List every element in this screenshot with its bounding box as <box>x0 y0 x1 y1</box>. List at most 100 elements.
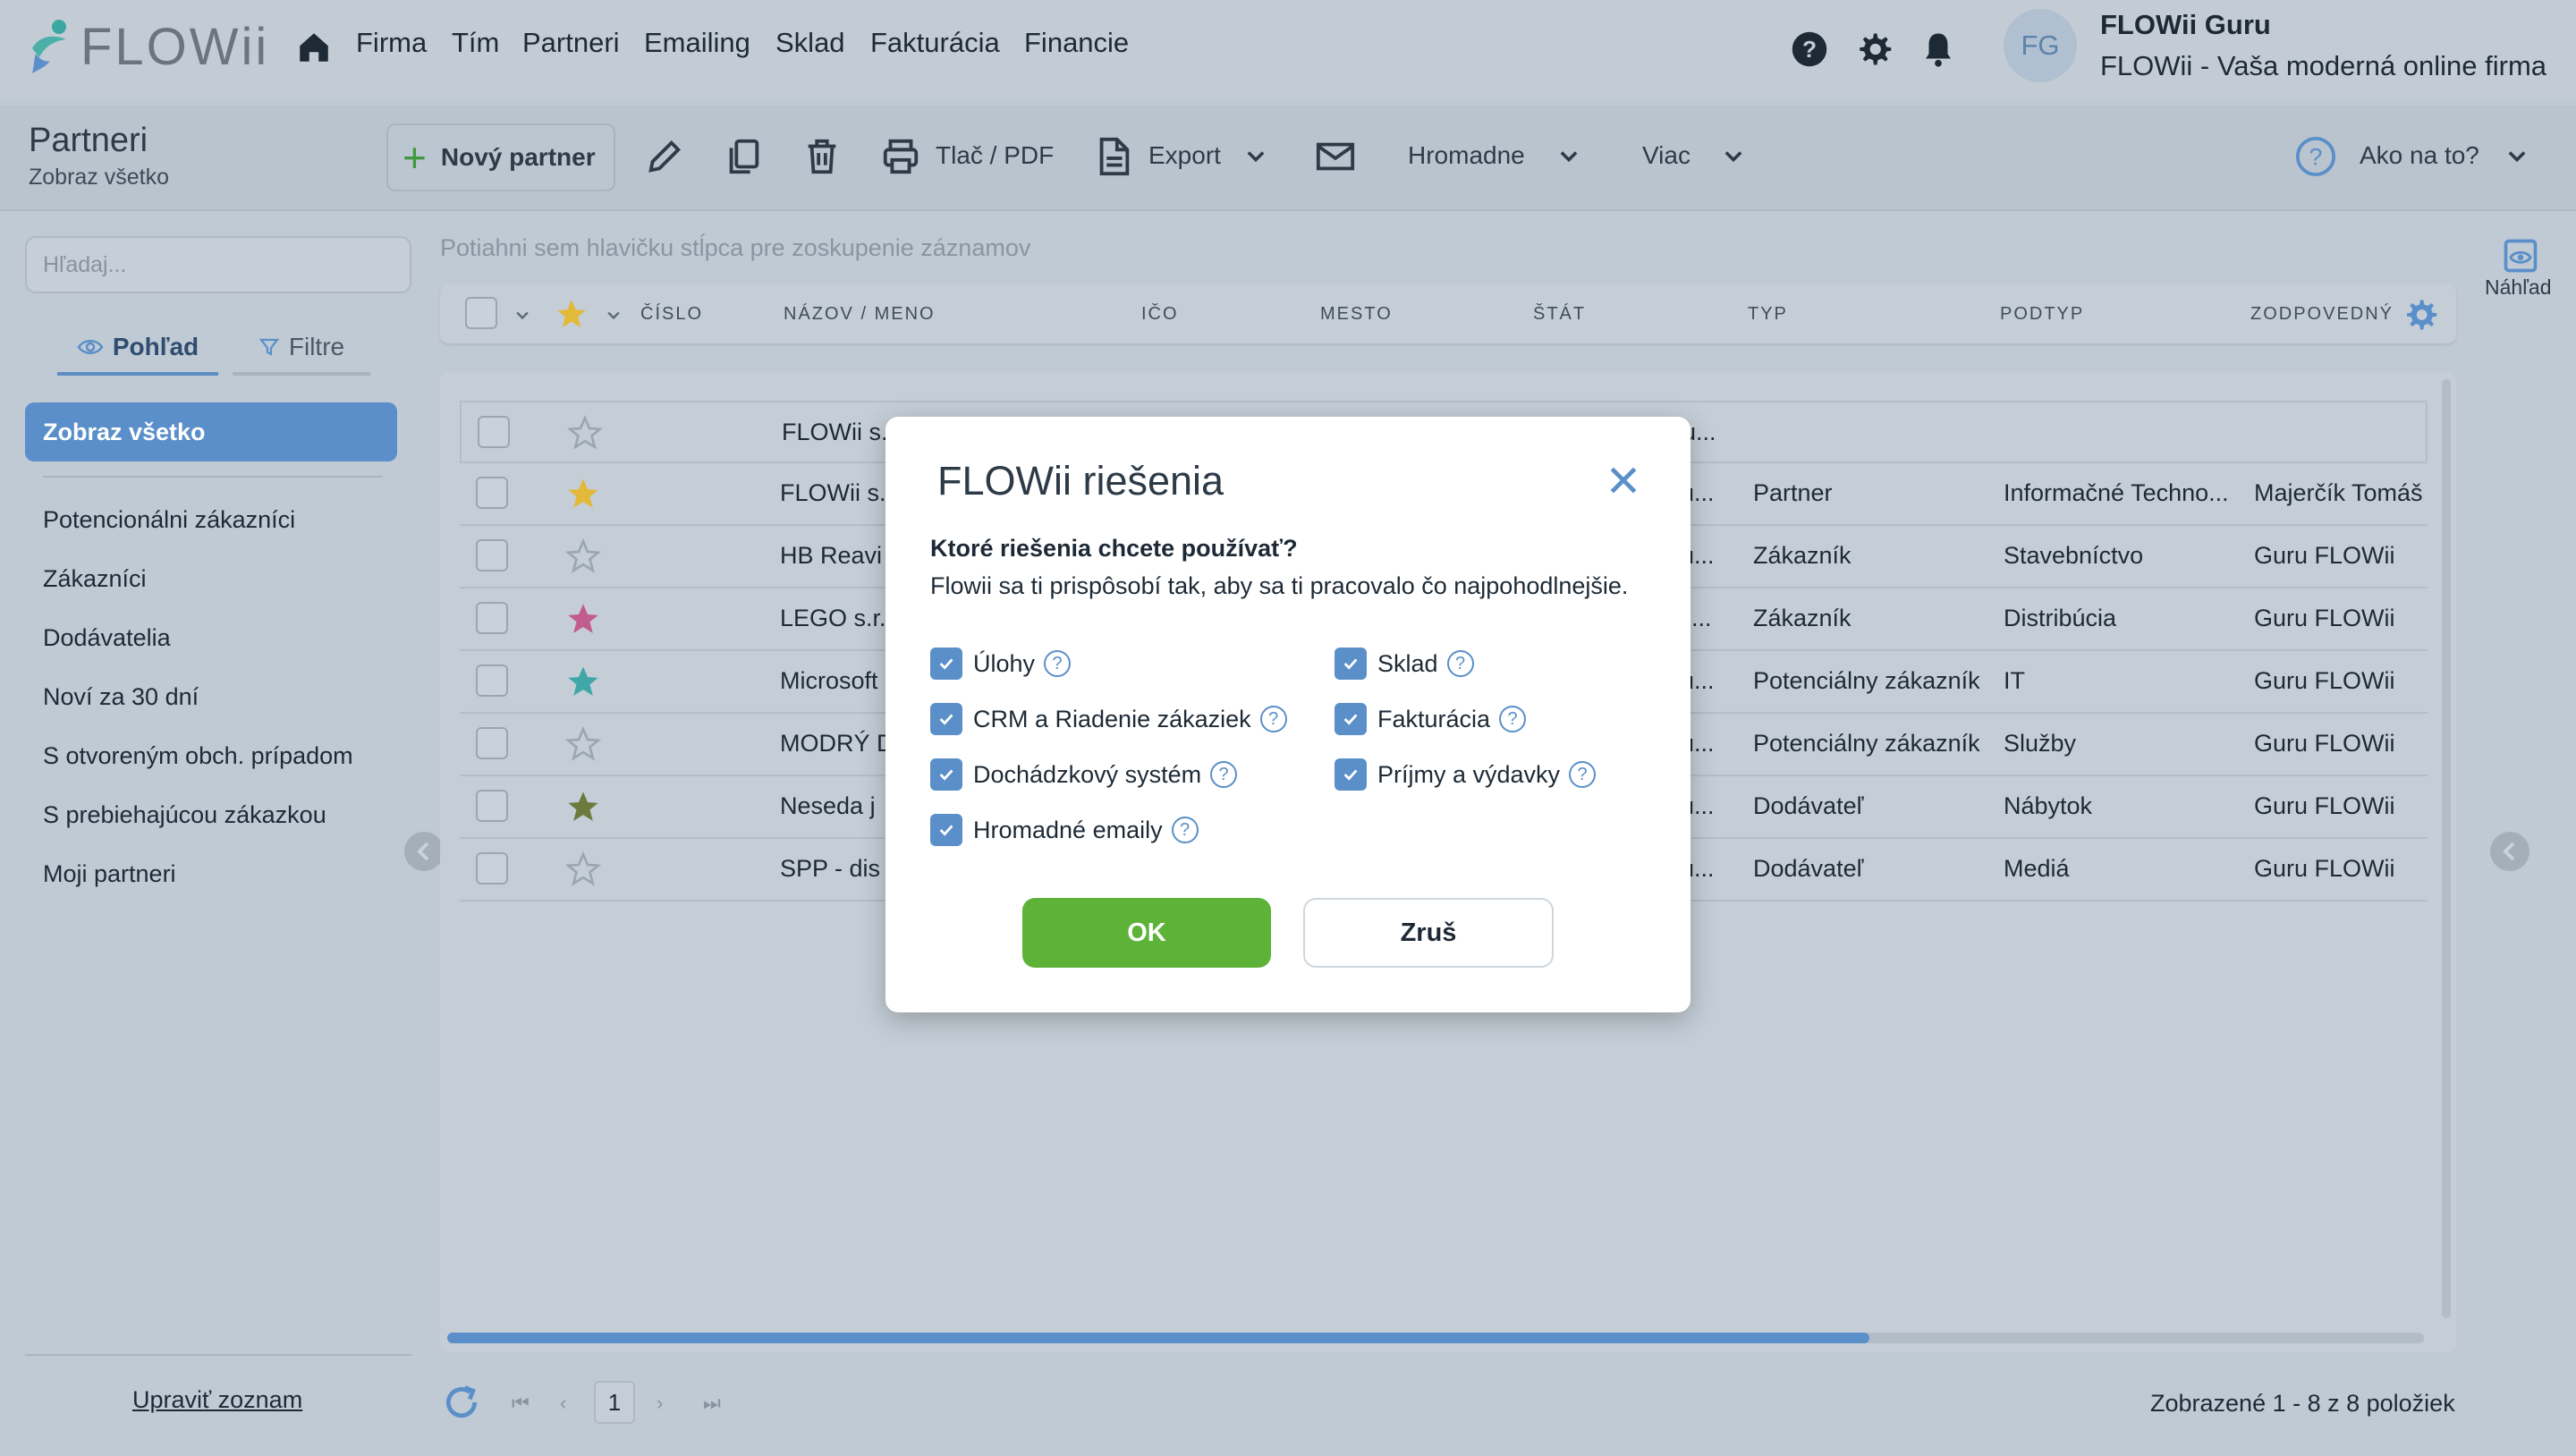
prev-page-icon[interactable]: ‹ <box>560 1392 566 1415</box>
checkbox-checked[interactable] <box>930 648 962 680</box>
tab-filters[interactable]: Filtre <box>233 322 370 376</box>
edit-list-link[interactable]: Upraviť zoznam <box>132 1386 302 1414</box>
help-icon[interactable]: ? <box>1171 817 1199 843</box>
trash-icon[interactable] <box>801 136 843 177</box>
chevron-down-icon[interactable] <box>605 306 623 324</box>
sidebar-item-customers[interactable]: Zákazníci <box>43 565 147 593</box>
tab-view[interactable]: Pohľad <box>57 322 218 376</box>
copy-icon[interactable] <box>723 136 764 177</box>
star-outline-icon[interactable] <box>565 538 601 574</box>
option-bulk-emails[interactable]: Hromadné emaily ? <box>930 812 1199 848</box>
help-circle-icon[interactable]: ? <box>1791 30 1828 68</box>
row-checkbox[interactable] <box>476 665 508 697</box>
checkbox-checked[interactable] <box>1335 648 1367 680</box>
col-number[interactable]: ČÍSLO <box>640 304 703 325</box>
bell-icon[interactable] <box>1919 30 1957 68</box>
chevron-down-icon[interactable] <box>2504 143 2529 168</box>
document-icon[interactable] <box>1093 136 1134 177</box>
help-icon[interactable]: ? <box>1044 650 1072 677</box>
nav-emailing[interactable]: Emailing <box>644 27 750 59</box>
row-checkbox[interactable] <box>476 539 508 571</box>
preview-eye-icon[interactable] <box>2501 236 2540 275</box>
option-crm[interactable]: CRM a Riadenie zákaziek ? <box>930 701 1287 737</box>
checkbox-checked[interactable] <box>930 814 962 846</box>
help-icon[interactable]: ? <box>1259 706 1287 732</box>
star-outline-icon[interactable] <box>565 851 601 887</box>
user-name[interactable]: FLOWii Guru <box>2100 9 2271 41</box>
nav-tim[interactable]: Tím <box>452 27 499 59</box>
option-tasks[interactable]: Úlohy ? <box>930 646 1072 681</box>
collapse-sidebar-button[interactable] <box>404 832 444 871</box>
envelope-icon[interactable] <box>1315 136 1356 177</box>
checkbox-checked[interactable] <box>1335 758 1367 791</box>
sidebar-item-open-deal[interactable]: S otvoreným obch. prípadom <box>43 742 353 770</box>
refresh-icon[interactable] <box>442 1383 481 1422</box>
checkbox-checked[interactable] <box>930 703 962 735</box>
nav-firma[interactable]: Firma <box>356 27 427 59</box>
print-pdf-label[interactable]: Tlač / PDF <box>936 141 1054 170</box>
option-attendance[interactable]: Dochádzkový systém ? <box>930 757 1238 792</box>
help-icon[interactable]: ? <box>1446 650 1474 677</box>
cancel-button[interactable]: Zruš <box>1303 898 1554 968</box>
next-page-icon[interactable]: › <box>657 1392 663 1415</box>
checkbox-checked[interactable] <box>930 758 962 791</box>
col-ico[interactable]: IČO <box>1141 304 1179 325</box>
chevron-down-icon[interactable] <box>1721 143 1746 168</box>
row-checkbox[interactable] <box>476 477 508 509</box>
help-icon[interactable]: ? <box>1210 761 1238 788</box>
option-warehouse[interactable]: Sklad ? <box>1335 646 1474 681</box>
row-checkbox[interactable] <box>476 602 508 634</box>
star-icon[interactable] <box>565 789 601 825</box>
checkbox-checked[interactable] <box>1335 703 1367 735</box>
col-owner[interactable]: ZODPOVEDNÝ <box>2250 304 2394 325</box>
more-label[interactable]: Viac <box>1642 141 1690 170</box>
printer-icon[interactable] <box>880 136 921 177</box>
first-page-icon[interactable]: ⏮ <box>512 1392 530 1415</box>
horizontal-scrollbar-thumb[interactable] <box>447 1333 1869 1343</box>
close-icon[interactable] <box>1606 463 1640 497</box>
help-label[interactable]: Ako na to? <box>2360 141 2479 170</box>
preview-label[interactable]: Náhľad <box>2485 275 2551 300</box>
star-outline-icon[interactable] <box>567 415 603 451</box>
vertical-scrollbar[interactable] <box>2442 379 2451 1318</box>
search-input[interactable] <box>25 236 411 293</box>
chevron-down-icon[interactable] <box>1243 143 1268 168</box>
sidebar-item-new-30-days[interactable]: Noví za 30 dní <box>43 683 199 711</box>
help-icon[interactable]: ? <box>1499 706 1527 732</box>
pencil-icon[interactable] <box>644 136 685 177</box>
bulk-label[interactable]: Hromadne <box>1408 141 1525 170</box>
sidebar-item-suppliers[interactable]: Dodávatelia <box>43 624 171 652</box>
nav-sklad[interactable]: Sklad <box>775 27 845 59</box>
chevron-down-icon[interactable] <box>513 306 531 324</box>
last-page-icon[interactable]: ⏭ <box>703 1392 721 1415</box>
current-page[interactable]: 1 <box>594 1381 635 1424</box>
gear-icon[interactable] <box>2402 297 2438 333</box>
star-icon[interactable] <box>565 664 601 699</box>
select-all-checkbox[interactable] <box>465 297 497 329</box>
row-checkbox[interactable] <box>476 852 508 885</box>
help-icon[interactable]: ? <box>1569 761 1597 788</box>
new-partner-button[interactable]: + Nový partner <box>386 123 615 191</box>
row-checkbox[interactable] <box>476 790 508 822</box>
nav-financie[interactable]: Financie <box>1024 27 1129 59</box>
home-icon[interactable] <box>295 29 333 66</box>
export-label[interactable]: Export <box>1148 141 1221 170</box>
star-icon[interactable] <box>565 601 601 637</box>
avatar[interactable]: FG <box>2004 9 2077 82</box>
row-checkbox[interactable] <box>476 727 508 759</box>
star-outline-icon[interactable] <box>565 726 601 762</box>
sidebar-item-ongoing-order[interactable]: S prebiehajúcou zákazkou <box>43 801 326 829</box>
sidebar-item-all[interactable]: Zobraz všetko <box>25 402 397 461</box>
nav-fakturacia[interactable]: Fakturácia <box>870 27 1000 59</box>
chevron-down-icon[interactable] <box>1556 143 1581 168</box>
ok-button[interactable]: OK <box>1022 898 1271 968</box>
collapse-preview-button[interactable] <box>2490 832 2529 871</box>
row-checkbox[interactable] <box>478 416 510 448</box>
option-income-expenses[interactable]: Príjmy a výdavky ? <box>1335 757 1597 792</box>
question-circle-icon[interactable]: ? <box>2295 136 2336 177</box>
sidebar-item-prospects[interactable]: Potencionálni zákazníci <box>43 506 295 534</box>
star-icon[interactable] <box>565 476 601 512</box>
col-city[interactable]: MESTO <box>1320 304 1393 325</box>
star-icon[interactable] <box>555 297 589 331</box>
gear-icon[interactable] <box>1855 30 1893 68</box>
